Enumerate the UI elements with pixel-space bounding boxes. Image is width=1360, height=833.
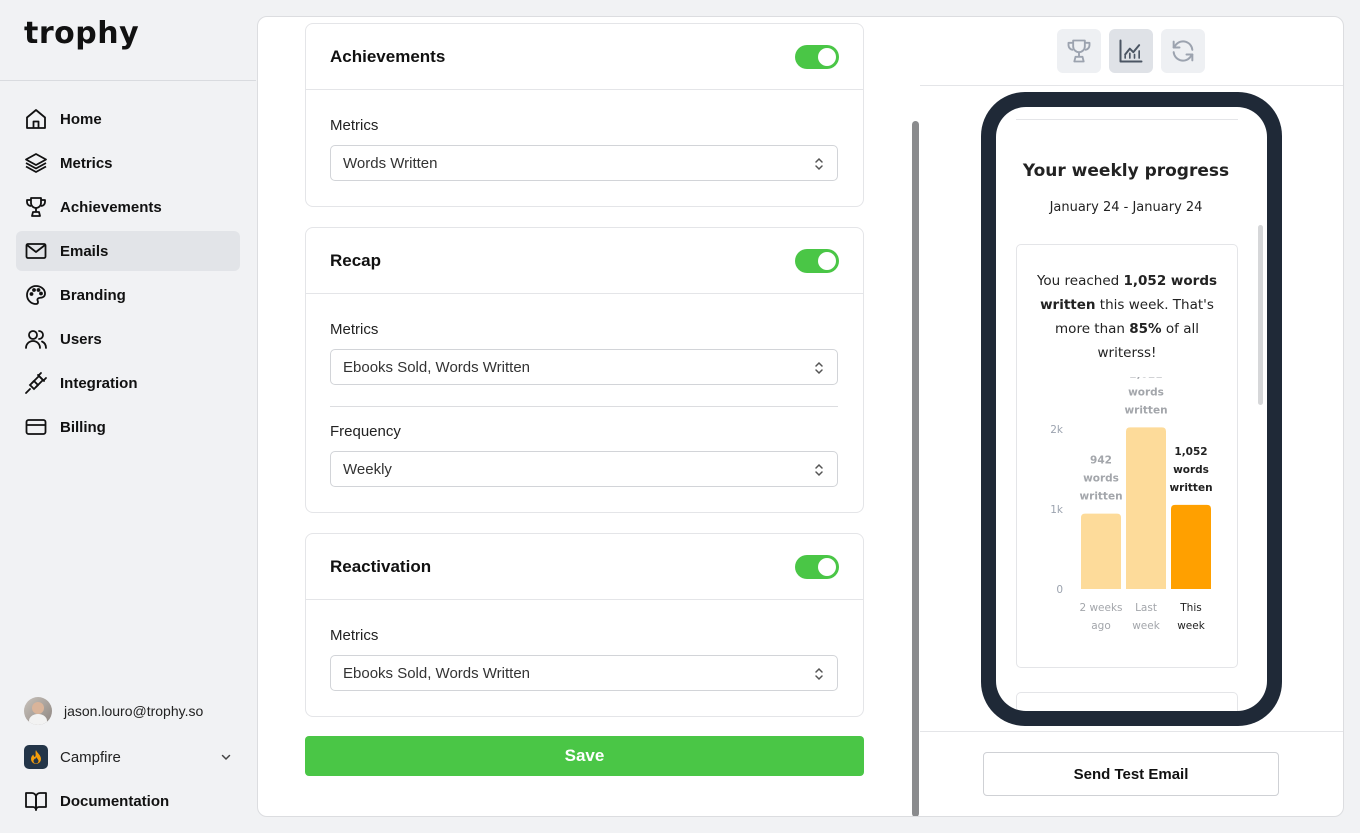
progress-chart: 0 1k 2k 942wordswritten 2 weeksago 2,021words…	[1050, 377, 1212, 632]
sidebar-item-label: Achievements	[60, 198, 162, 216]
field-divider	[330, 406, 838, 407]
sidebar-nav: Home Metrics Achievements Emails Brandin…	[16, 99, 240, 451]
metrics-label: Metrics	[330, 627, 379, 644]
sidebar-item-metrics[interactable]: Metrics	[16, 143, 240, 183]
preview-toolbar	[920, 17, 1343, 86]
select-value: Ebooks Sold, Words Written	[343, 358, 531, 376]
card-title: Recap	[330, 250, 382, 270]
sidebar-item-label: Integration	[60, 374, 138, 392]
trophy-icon	[26, 197, 46, 217]
x-tick-label: 2 weeks ago	[1079, 602, 1122, 632]
sidebar-item-emails[interactable]: Emails	[16, 231, 240, 271]
progress-summary: You reached 1,052 words written this wee…	[1036, 273, 1218, 361]
sidebar-item-label: Emails	[60, 242, 109, 260]
card-title: Achievements	[330, 46, 446, 66]
select-value: Ebooks Sold, Words Written	[343, 664, 531, 682]
chevron-up-down-icon	[815, 463, 823, 477]
plug-icon	[25, 372, 47, 394]
email-divider	[1016, 119, 1238, 120]
org-switcher[interactable]: Campfire	[24, 745, 232, 769]
bar-data-label: 1,052 words written	[1169, 446, 1212, 494]
sidebar-item-home[interactable]: Home	[16, 99, 240, 139]
preview-tab-achievements[interactable]	[1057, 29, 1101, 73]
frequency-label: Frequency	[330, 423, 401, 440]
settings-scrollbar[interactable]	[912, 121, 919, 816]
sidebar-item-integration[interactable]: Integration	[16, 363, 240, 403]
reactivation-card: Reactivation Metrics Ebooks Sold, Words …	[305, 533, 864, 717]
achievements-toggle[interactable]	[795, 44, 839, 69]
avatar	[24, 697, 52, 725]
recap-card: Recap Metrics Ebooks Sold, Words Written…	[305, 227, 864, 513]
book-open-icon	[25, 792, 47, 811]
sidebar-item-label: Branding	[60, 286, 126, 304]
reactivation-metrics-select[interactable]: Ebooks Sold, Words Written	[330, 655, 838, 691]
metrics-label: Metrics	[330, 117, 379, 134]
chart-bar	[1126, 427, 1166, 589]
send-test-email-button[interactable]: Send Test Email	[983, 752, 1279, 796]
recap-metrics-select[interactable]: Ebooks Sold, Words Written	[330, 349, 838, 385]
email-title: Your weekly progress	[1022, 161, 1230, 181]
palette-icon	[26, 285, 46, 305]
documentation-link[interactable]: Documentation	[24, 789, 169, 813]
y-tick-label: 0	[1056, 584, 1063, 596]
app-logo[interactable]: trophy	[24, 16, 139, 51]
credit-card-icon	[25, 419, 47, 435]
sidebar-item-billing[interactable]: Billing	[16, 407, 240, 447]
preview-scrollbar[interactable]	[1258, 225, 1263, 405]
achievements-card: Achievements Metrics Words Written	[305, 23, 864, 207]
sidebar-item-label: Home	[60, 110, 102, 128]
email-preview: Your weekly progress January 24 - Januar…	[996, 107, 1267, 711]
sidebar-item-achievements[interactable]: Achievements	[16, 187, 240, 227]
preview-divider	[920, 731, 1343, 732]
users-icon	[25, 330, 47, 349]
org-name: Campfire	[60, 748, 121, 766]
chevron-up-down-icon	[815, 157, 823, 171]
y-tick-label: 1k	[1050, 504, 1064, 516]
chart-icon	[1119, 39, 1143, 63]
layers-icon	[25, 153, 47, 173]
sidebar-divider	[0, 80, 256, 81]
y-tick-label: 2k	[1050, 424, 1064, 436]
chevron-down-icon	[221, 754, 231, 761]
select-value: Words Written	[343, 154, 438, 172]
bar-data-label: 2,021wordswritten	[1124, 377, 1167, 416]
sidebar-item-label: Billing	[60, 418, 106, 436]
trophy-icon	[1067, 39, 1091, 63]
sidebar-item-users[interactable]: Users	[16, 319, 240, 359]
next-card	[1016, 692, 1238, 711]
home-icon	[26, 109, 46, 129]
chart-bar	[1081, 513, 1121, 589]
card-title: Reactivation	[330, 556, 432, 576]
preview-tab-recap[interactable]	[1109, 29, 1153, 73]
select-value: Weekly	[343, 460, 392, 478]
chart-bar	[1171, 504, 1211, 589]
chevron-up-down-icon	[815, 361, 823, 375]
x-tick-label: This week	[1177, 602, 1206, 632]
email-dates: January 24 - January 24	[1049, 200, 1203, 215]
metrics-label: Metrics	[330, 321, 379, 338]
user-account[interactable]: jason.louro@trophy.so	[24, 697, 203, 725]
documentation-label: Documentation	[60, 792, 170, 810]
main-panel: Achievements Metrics Words Written Recap…	[257, 16, 1344, 817]
sidebar-item-label: Users	[60, 330, 102, 348]
chevron-up-down-icon	[815, 667, 823, 681]
progress-card: You reached 1,052 words written this wee…	[1016, 244, 1238, 668]
save-button[interactable]: Save	[305, 736, 864, 776]
campfire-logo-icon	[24, 745, 48, 769]
sidebar-item-branding[interactable]: Branding	[16, 275, 240, 315]
recap-toggle[interactable]	[795, 248, 839, 273]
reactivation-toggle[interactable]	[795, 554, 839, 579]
user-email: jason.louro@trophy.so	[64, 703, 204, 719]
mail-icon	[25, 243, 47, 259]
sidebar: trophy Home Metrics Achievements Emails …	[0, 0, 256, 833]
preview-tab-reactivation[interactable]	[1161, 29, 1205, 73]
phone-preview: Your weekly progress January 24 - Januar…	[981, 92, 1282, 726]
bar-data-label: 942 words written	[1079, 455, 1122, 503]
recap-frequency-select[interactable]: Weekly	[330, 451, 838, 487]
achievements-metrics-select[interactable]: Words Written	[330, 145, 838, 181]
x-tick-label: Last week	[1132, 602, 1161, 632]
refresh-icon	[1172, 40, 1194, 62]
sidebar-item-label: Metrics	[60, 154, 113, 172]
